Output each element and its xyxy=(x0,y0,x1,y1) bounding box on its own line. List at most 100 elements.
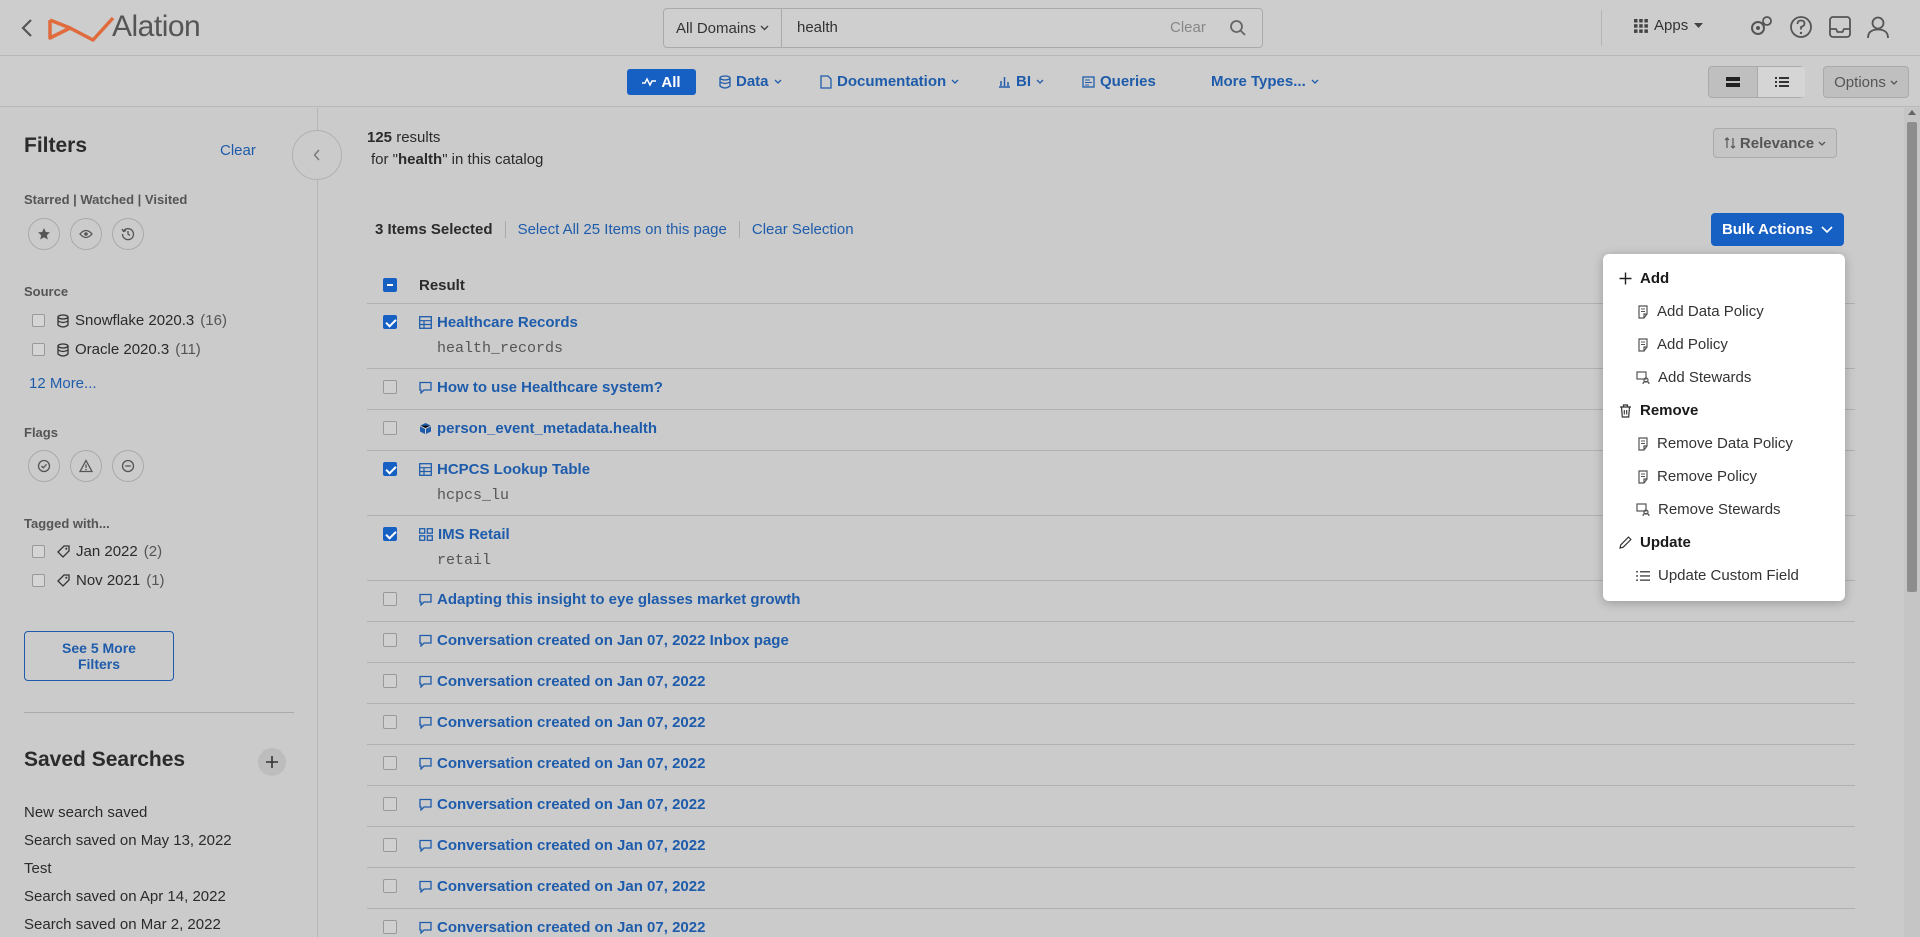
row-checkbox[interactable] xyxy=(383,838,397,852)
saved-search-item[interactable]: Test xyxy=(24,860,52,877)
row-checkbox[interactable] xyxy=(383,756,397,770)
menu-remove-policy[interactable]: Remove Policy xyxy=(1636,468,1757,485)
type-filter-data[interactable]: Data xyxy=(719,73,782,90)
see-more-filters-button[interactable]: See 5 More Filters xyxy=(24,631,174,681)
back-arrow-icon[interactable] xyxy=(18,16,38,40)
result-link[interactable]: Conversation created on Jan 07, 2022 xyxy=(419,878,705,895)
checkbox[interactable] xyxy=(32,574,45,587)
starred-filter-button[interactable] xyxy=(28,218,60,250)
watched-filter-button[interactable] xyxy=(70,218,102,250)
list-view-button[interactable] xyxy=(1757,67,1805,97)
user-avatar-icon[interactable] xyxy=(1865,14,1891,40)
table-row[interactable]: Conversation created on Jan 07, 2022 xyxy=(367,663,1855,704)
settings-gears-icon[interactable] xyxy=(1748,14,1774,40)
result-link[interactable]: Healthcare Records xyxy=(419,314,578,331)
row-checkbox[interactable] xyxy=(383,315,397,329)
row-checkbox[interactable] xyxy=(383,462,397,476)
saved-search-item[interactable]: Search saved on Mar 2, 2022 xyxy=(24,916,221,933)
table-row[interactable]: Conversation created on Jan 07, 2022 xyxy=(367,909,1855,937)
result-link[interactable]: HCPCS Lookup Table xyxy=(419,461,590,478)
bulk-actions-button[interactable]: Bulk Actions xyxy=(1711,213,1844,246)
type-filter-more[interactable]: More Types... xyxy=(1211,73,1319,90)
more-sources-link[interactable]: 12 More... xyxy=(29,375,97,392)
visited-filter-button[interactable] xyxy=(112,218,144,250)
row-checkbox[interactable] xyxy=(383,527,397,541)
result-name: Conversation created on Jan 07, 2022 xyxy=(437,878,706,895)
warning-flag-button[interactable] xyxy=(70,450,102,482)
search-clear-button[interactable]: Clear xyxy=(1170,19,1206,36)
result-link[interactable]: Conversation created on Jan 07, 2022 xyxy=(419,796,705,813)
type-filter-queries[interactable]: Queries xyxy=(1082,73,1156,90)
type-filter-all[interactable]: All xyxy=(627,69,696,95)
row-checkbox[interactable] xyxy=(383,715,397,729)
row-checkbox[interactable] xyxy=(383,920,397,934)
domain-select[interactable]: All Domains xyxy=(664,9,782,47)
select-all-checkbox[interactable] xyxy=(383,278,397,292)
result-link[interactable]: Adapting this insight to eye glasses mar… xyxy=(419,591,800,608)
source-option[interactable]: Oracle 2020.3 (11) xyxy=(32,341,201,358)
checkbox[interactable] xyxy=(32,314,45,327)
checkbox[interactable] xyxy=(32,343,45,356)
options-button[interactable]: Options xyxy=(1823,66,1909,98)
result-link[interactable]: person_event_metadata.health xyxy=(419,420,657,437)
collapse-sidebar-button[interactable] xyxy=(292,130,342,180)
inbox-icon[interactable] xyxy=(1827,14,1853,40)
row-checkbox[interactable] xyxy=(383,797,397,811)
menu-add-stewards[interactable]: Add Stewards xyxy=(1636,369,1751,386)
result-link[interactable]: Conversation created on Jan 07, 2022 xyxy=(419,673,705,690)
saved-search-item[interactable]: Search saved on Apr 14, 2022 xyxy=(24,888,226,905)
menu-remove-data-policy[interactable]: Remove Data Policy xyxy=(1636,435,1793,452)
help-icon[interactable] xyxy=(1788,14,1814,40)
result-link[interactable]: How to use Healthcare system? xyxy=(419,379,663,396)
result-link[interactable]: Conversation created on Jan 07, 2022 xyxy=(419,837,705,854)
row-checkbox[interactable] xyxy=(383,674,397,688)
alation-logo-icon[interactable] xyxy=(48,10,118,48)
deprecated-flag-button[interactable] xyxy=(112,450,144,482)
compact-view-button[interactable] xyxy=(1709,67,1757,97)
saved-search-item[interactable]: New search saved xyxy=(24,804,147,821)
row-checkbox[interactable] xyxy=(383,421,397,435)
apps-menu[interactable]: Apps xyxy=(1634,17,1704,34)
result-link[interactable]: IMS Retail xyxy=(419,526,510,543)
result-link[interactable]: Conversation created on Jan 07, 2022 xyxy=(419,755,705,772)
table-row[interactable]: Conversation created on Jan 07, 2022 xyxy=(367,745,1855,786)
table-row[interactable]: Conversation created on Jan 07, 2022 xyxy=(367,827,1855,868)
page-scrollbar[interactable] xyxy=(1904,108,1920,937)
endorsed-flag-button[interactable] xyxy=(28,450,60,482)
result-link[interactable]: Conversation created on Jan 07, 2022 Inb… xyxy=(419,632,789,649)
search-icon[interactable] xyxy=(1229,19,1247,37)
search-input[interactable]: health xyxy=(797,19,838,36)
row-checkbox[interactable] xyxy=(383,592,397,606)
tag-option[interactable]: Jan 2022 (2) xyxy=(32,543,162,560)
row-checkbox[interactable] xyxy=(383,380,397,394)
result-name: Adapting this insight to eye glasses mar… xyxy=(437,591,801,608)
saved-search-item[interactable]: Search saved on May 13, 2022 xyxy=(24,832,232,849)
menu-update-custom-field[interactable]: Update Custom Field xyxy=(1636,567,1799,584)
type-filter-bi[interactable]: BI xyxy=(998,73,1044,90)
scroll-up-arrow-icon[interactable] xyxy=(1908,110,1916,115)
sort-select[interactable]: Relevance xyxy=(1713,128,1837,158)
table-row[interactable]: Conversation created on Jan 07, 2022 xyxy=(367,786,1855,827)
row-checkbox[interactable] xyxy=(383,633,397,647)
result-link[interactable]: Conversation created on Jan 07, 2022 xyxy=(419,714,705,731)
logo-text[interactable]: Alation xyxy=(112,10,201,44)
table-row[interactable]: Conversation created on Jan 07, 2022 Inb… xyxy=(367,622,1855,663)
result-name: Conversation created on Jan 07, 2022 Inb… xyxy=(437,632,789,649)
type-filter-documentation[interactable]: Documentation xyxy=(820,73,959,90)
row-checkbox[interactable] xyxy=(383,879,397,893)
scrollbar-thumb[interactable] xyxy=(1907,122,1917,592)
clear-selection-link[interactable]: Clear Selection xyxy=(740,221,866,238)
options-label: Options xyxy=(1834,73,1886,91)
menu-remove-stewards[interactable]: Remove Stewards xyxy=(1636,501,1781,518)
table-row[interactable]: Conversation created on Jan 07, 2022 xyxy=(367,704,1855,745)
result-link[interactable]: Conversation created on Jan 07, 2022 xyxy=(419,919,705,936)
select-all-link[interactable]: Select All 25 Items on this page xyxy=(506,221,740,238)
checkbox[interactable] xyxy=(32,545,45,558)
add-saved-search-button[interactable] xyxy=(258,748,286,776)
source-option[interactable]: Snowflake 2020.3 (16) xyxy=(32,312,227,329)
table-row[interactable]: Conversation created on Jan 07, 2022 xyxy=(367,868,1855,909)
menu-add-policy[interactable]: Add Policy xyxy=(1636,336,1728,353)
tag-option[interactable]: Nov 2021 (1) xyxy=(32,572,165,589)
filters-clear-link[interactable]: Clear xyxy=(220,142,256,159)
menu-add-data-policy[interactable]: Add Data Policy xyxy=(1636,303,1764,320)
